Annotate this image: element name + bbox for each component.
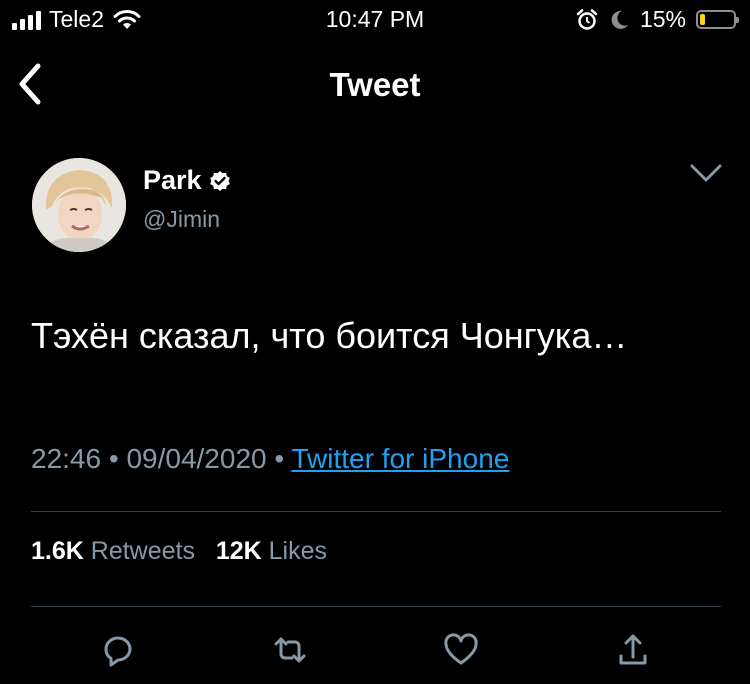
- retweets-label: Retweets: [90, 537, 195, 565]
- chevron-down-icon[interactable]: [688, 160, 724, 188]
- status-right: 15%: [576, 6, 739, 33]
- retweets-count: 1.6K: [31, 537, 84, 565]
- status-bar: Tele2 10:47 PM 15%: [0, 0, 750, 40]
- heart-icon[interactable]: [441, 630, 481, 670]
- avatar-image: [32, 158, 126, 252]
- avatar[interactable]: [32, 158, 126, 252]
- author-handle[interactable]: @Jimin: [143, 206, 220, 233]
- meta-separator: •: [274, 443, 285, 474]
- meta-separator: •: [108, 443, 119, 474]
- likes-label: Likes: [268, 537, 328, 565]
- author-name[interactable]: Park: [143, 165, 231, 196]
- likes-stat[interactable]: 12K Likes: [216, 537, 327, 565]
- divider: [31, 606, 721, 607]
- action-bar: [0, 630, 750, 674]
- tweet-text: Тэхён сказал, что боится Чонгука…: [31, 315, 628, 356]
- page-title: Tweet: [329, 66, 421, 103]
- author-name-text: Park: [143, 165, 202, 195]
- moon-icon: [611, 10, 628, 29]
- retweets-stat[interactable]: 1.6K Retweets: [31, 537, 195, 565]
- tweet-date: 09/04/2020: [126, 443, 267, 474]
- alarm-icon: [576, 8, 598, 30]
- tweet-source-link[interactable]: Twitter for iPhone: [291, 443, 509, 474]
- divider: [31, 511, 721, 512]
- likes-count: 12K: [215, 537, 262, 565]
- tweet-meta: 22:46 • 09/04/2020 • Twitter for iPhone: [31, 443, 509, 475]
- battery-percent: 15%: [639, 6, 686, 32]
- share-icon[interactable]: [613, 630, 653, 670]
- verified-badge-icon: [209, 170, 230, 191]
- tweet-time: 22:46: [31, 443, 102, 474]
- battery-level: [700, 14, 705, 25]
- battery-icon: [696, 10, 739, 29]
- retweet-icon[interactable]: [270, 630, 310, 670]
- nav-bar: Tweet: [0, 52, 750, 116]
- tweet-stats: 1.6K Retweets 12K Likes: [31, 537, 327, 566]
- comment-icon[interactable]: [98, 630, 138, 670]
